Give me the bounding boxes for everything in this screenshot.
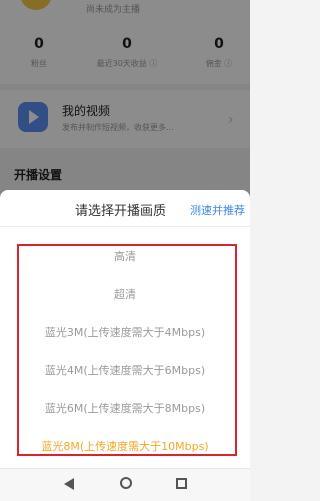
home-circle-icon[interactable] bbox=[120, 477, 132, 489]
system-navigation-bar bbox=[0, 468, 250, 501]
speed-test-link[interactable]: 测速并推荐 bbox=[190, 202, 245, 218]
sheet-title: 请选择开播画质 bbox=[75, 204, 167, 219]
back-triangle-icon[interactable] bbox=[64, 478, 74, 490]
annotation-highlight-box bbox=[17, 244, 237, 456]
recent-apps-square-icon[interactable] bbox=[176, 478, 187, 489]
divider bbox=[0, 226, 250, 227]
